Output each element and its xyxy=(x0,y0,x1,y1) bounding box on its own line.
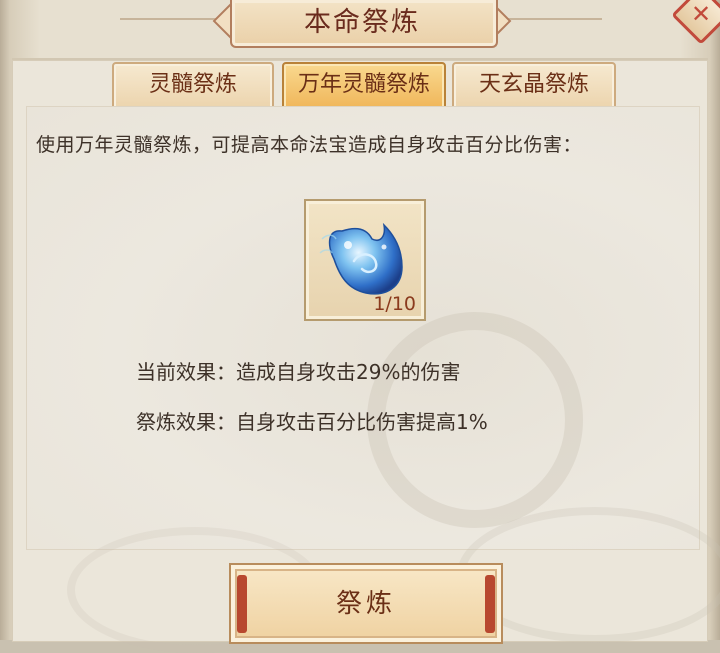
current-effect: 当前效果：造成自身攻击29%的伤害 xyxy=(136,356,460,385)
close-button[interactable]: ✕ xyxy=(671,0,720,48)
refine-effect: 祭炼效果：自身攻击百分比伤害提高1% xyxy=(136,406,488,435)
refine-effect-label: 祭炼效果： xyxy=(136,410,236,434)
item-slot[interactable]: 1/10 xyxy=(304,199,426,321)
refine-effect-value: 自身攻击百分比伤害提高1% xyxy=(236,410,488,434)
title-banner: 本命祭炼 xyxy=(212,0,512,50)
tab-heaven-mystic-crystal[interactable]: 天玄晶祭炼 xyxy=(452,62,616,110)
current-effect-value: 造成自身攻击29%的伤害 xyxy=(236,360,461,384)
tab-spirit-marrow[interactable]: 灵髓祭炼 xyxy=(112,62,274,110)
window-title: 本命祭炼 xyxy=(304,7,420,38)
current-effect-label: 当前效果： xyxy=(136,360,236,384)
tab-ten-thousand-year-spirit-marrow[interactable]: 万年灵髓祭炼 xyxy=(282,62,446,110)
close-icon: ✕ xyxy=(690,0,712,28)
refine-description: 使用万年灵髓祭炼，可提高本命法宝造成自身攻击百分比伤害： xyxy=(36,134,583,156)
item-count: 1/10 xyxy=(373,293,416,315)
content-area xyxy=(26,106,720,653)
refine-button-label: 祭炼 xyxy=(335,589,396,619)
refine-button[interactable]: 祭炼 xyxy=(229,563,503,644)
